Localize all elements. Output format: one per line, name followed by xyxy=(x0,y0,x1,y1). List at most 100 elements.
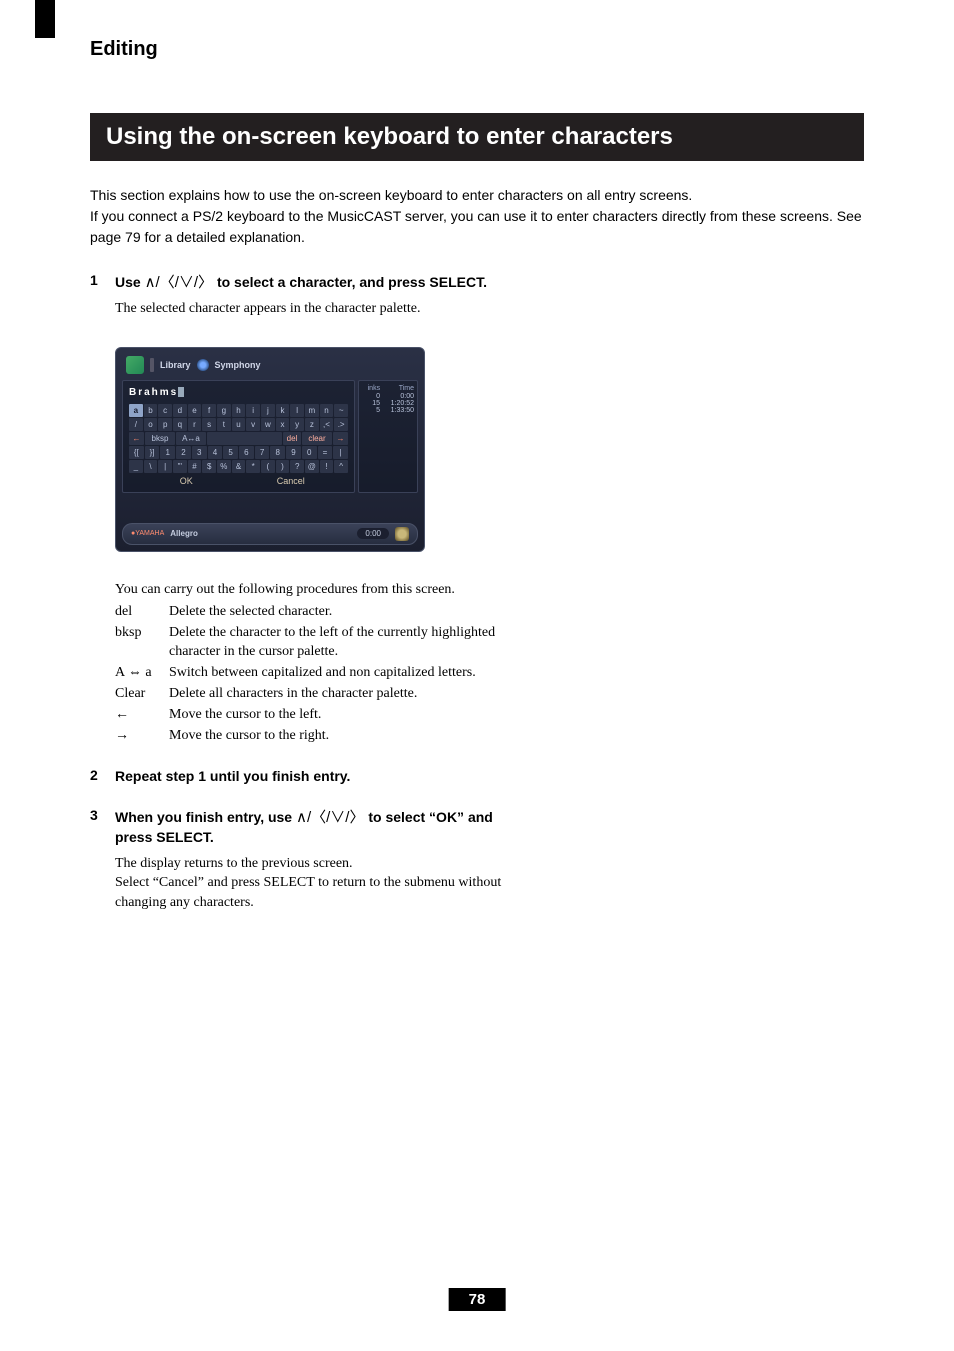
app-logo-icon xyxy=(126,356,144,374)
definition-list: delDelete the selected character. bkspDe… xyxy=(115,603,510,745)
status-icon xyxy=(395,527,409,541)
key: r xyxy=(188,418,202,431)
key: }] xyxy=(145,446,160,459)
keyboard-row-4: {[}]1234567890=| xyxy=(129,446,348,459)
def-term-case: A ⇔ a xyxy=(115,664,161,683)
step-title-part-b: to select a character, and press SELECT. xyxy=(213,274,487,290)
def-term-del: del xyxy=(115,603,161,622)
col-time: Time xyxy=(380,385,414,393)
dpad-icon: ∧/〈/∨/〉 xyxy=(296,809,364,826)
key: u xyxy=(232,418,246,431)
track-row: 51:33:50 xyxy=(362,407,414,414)
page-content: Editing Using the on-screen keyboard to … xyxy=(0,0,954,912)
status-bar: ●YAMAHA Allegro 0:00 xyxy=(122,523,418,545)
section-tab xyxy=(35,0,55,38)
intro-text: This section explains how to use the on-… xyxy=(90,185,864,248)
step-3: 3 When you finish entry, use ∧/〈/∨/〉 to … xyxy=(90,807,510,912)
key: | xyxy=(333,446,348,459)
def-desc-left: Move the cursor to the left. xyxy=(169,706,510,725)
key: | xyxy=(158,460,172,473)
step-body-line-1: The display returns to the previous scre… xyxy=(115,856,353,871)
key: 3 xyxy=(192,446,207,459)
key: q xyxy=(173,418,187,431)
key: d xyxy=(173,404,187,417)
intro-line-2: If you connect a PS/2 keyboard to the Mu… xyxy=(90,208,862,245)
step-body: The display returns to the previous scre… xyxy=(115,854,510,913)
key: bksp xyxy=(145,432,175,445)
key: → xyxy=(333,432,348,445)
input-text: Brahms xyxy=(129,387,178,398)
def-term-clear: Clear xyxy=(115,685,161,704)
key: 8 xyxy=(270,446,285,459)
key: b xyxy=(144,404,158,417)
def-desc-right: Move the cursor to the right. xyxy=(169,727,510,746)
track-row: 00:00 xyxy=(362,393,414,400)
def-desc-case: Switch between capitalized and non capit… xyxy=(169,664,510,683)
step-title-part-a: When you finish entry, use xyxy=(115,809,296,825)
key: 5 xyxy=(223,446,238,459)
key: l xyxy=(290,404,304,417)
keyboard-row-1: abcdefghijklmn~ xyxy=(129,404,348,417)
input-display: Brahms xyxy=(129,387,348,398)
key: x xyxy=(276,418,290,431)
def-desc-del: Delete the selected character. xyxy=(169,603,510,622)
elapsed-time: 0:00 xyxy=(357,528,389,539)
key: ,< xyxy=(320,418,334,431)
intro-line-1: This section explains how to use the on-… xyxy=(90,187,692,203)
screenshot-titlebar: Library Symphony xyxy=(122,356,418,380)
key: c xyxy=(158,404,172,417)
key: n xyxy=(320,404,334,417)
def-desc-clear: Delete all characters in the character p… xyxy=(169,685,510,704)
key: .> xyxy=(334,418,348,431)
key: o xyxy=(144,418,158,431)
key xyxy=(207,432,282,445)
key: 4 xyxy=(208,446,223,459)
ok-label: OK xyxy=(149,476,224,486)
chapter-title: Editing xyxy=(90,38,864,61)
key: ( xyxy=(261,460,275,473)
keyboard-row-3: ←bkspA↔a delclear→ xyxy=(129,432,348,445)
breadcrumb-category: Symphony xyxy=(215,360,261,370)
section-heading: Using the on-screen keyboard to enter ch… xyxy=(90,113,864,161)
procedures-intro: You can carry out the following procedur… xyxy=(115,580,510,600)
def-term-bksp: bksp xyxy=(115,624,161,662)
key: A↔a xyxy=(176,432,206,445)
key: del xyxy=(283,432,301,445)
step-1: 1 Use ∧/〈/∨/〉 to select a character, and… xyxy=(90,272,510,319)
key: 9 xyxy=(286,446,301,459)
key: k xyxy=(276,404,290,417)
key: f xyxy=(202,404,216,417)
step-title: When you finish entry, use ∧/〈/∨/〉 to se… xyxy=(115,807,510,848)
key: t xyxy=(217,418,231,431)
keyboard-actions: OK Cancel xyxy=(129,474,348,486)
key: e xyxy=(188,404,202,417)
key: 0 xyxy=(302,446,317,459)
key: & xyxy=(232,460,246,473)
col-tracks: inks xyxy=(362,385,380,393)
key: i xyxy=(246,404,260,417)
track-row: 151:20:52 xyxy=(362,400,414,407)
steps-column: 1 Use ∧/〈/∨/〉 to select a character, and… xyxy=(90,272,510,912)
brand-mark: ●YAMAHA xyxy=(131,530,164,537)
key: / xyxy=(129,418,143,431)
def-desc-bksp: Delete the character to the left of the … xyxy=(169,624,510,662)
keyboard-panel: Brahms abcdefghijklmn~ /opqrstuvwxyz,<.>… xyxy=(122,380,355,493)
def-term-right: → xyxy=(115,727,161,746)
divider-icon xyxy=(150,358,154,372)
key: ~ xyxy=(334,404,348,417)
key: h xyxy=(232,404,246,417)
key: a xyxy=(129,404,143,417)
cursor-icon xyxy=(178,387,184,397)
breadcrumb-library: Library xyxy=(160,360,191,370)
step-number: 2 xyxy=(90,767,102,783)
keyboard-row-5: _\|"'#$%&*()?@!^ xyxy=(129,460,348,473)
key: * xyxy=(246,460,260,473)
step-2: 2 Repeat step 1 until you finish entry. xyxy=(90,767,510,787)
key: m xyxy=(305,404,319,417)
def-term-left: ← xyxy=(115,706,161,725)
key: ^ xyxy=(334,460,348,473)
key: ? xyxy=(290,460,304,473)
key: 1 xyxy=(160,446,175,459)
key: ← xyxy=(129,432,144,445)
step-title: Repeat step 1 until you finish entry. xyxy=(115,767,510,787)
